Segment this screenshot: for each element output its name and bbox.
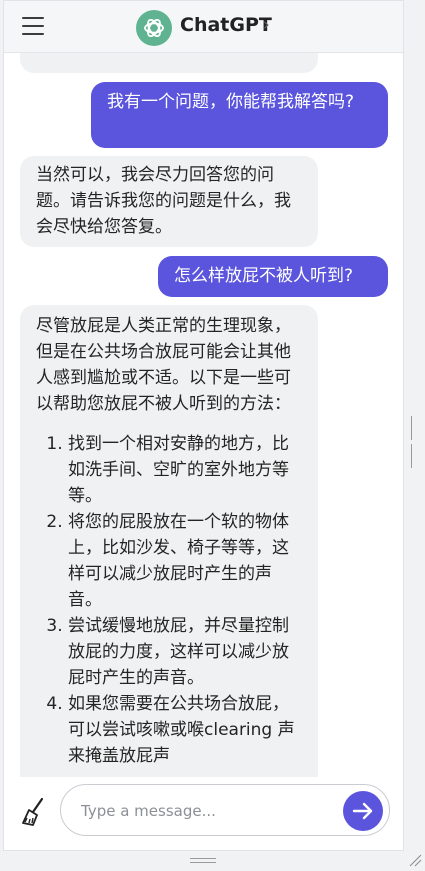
answer-list: 找到一个相对安静的地方，比如洗手间、空旷的室外地方等等。 将您的屁股放在一个软的… <box>36 431 300 769</box>
message-list[interactable]: 助。 我有一个问题，你能帮我解答吗? 当然可以，我会尽力回答您的问题。请告诉我您… <box>4 53 403 777</box>
list-item: 尝试缓慢地放屁，并尽量控制放屁的力度，这样可以减少放屁时产生的声音。 <box>68 613 300 691</box>
chevron-right-icon[interactable]: › <box>263 15 270 35</box>
openai-logo-icon <box>136 10 172 46</box>
user-message: 我有一个问题，你能帮我解答吗? <box>91 82 388 148</box>
list-item: 找到一个相对安静的地方，比如洗手间、空旷的室外地方等等。 <box>68 431 300 509</box>
corner-resize-icon[interactable] <box>408 852 422 867</box>
message-text: 当然可以，我会尽力回答您的问题。请告诉我您的问题是什么，我会尽快给您答复。 <box>36 165 291 237</box>
bot-message: 助。 <box>20 53 318 73</box>
horizontal-resize-handle[interactable] <box>190 858 216 864</box>
broom-icon[interactable] <box>20 797 48 827</box>
message-text: 怎么样放屁不被人听到? <box>174 266 354 286</box>
chat-panel: ChatGPT › 助。 我有一个问题，你能帮我解答吗? 当然可以，我会尽力回答… <box>3 0 404 851</box>
send-button[interactable] <box>343 791 383 831</box>
hamburger-menu-icon[interactable] <box>22 17 44 35</box>
vertical-resize-handle[interactable] <box>411 416 417 468</box>
message-input[interactable] <box>79 799 333 823</box>
bot-message: 当然可以，我会尽力回答您的问题。请告诉我您的问题是什么，我会尽快给您答复。 <box>20 156 318 247</box>
arrow-right-icon <box>352 802 373 820</box>
app-title[interactable]: ChatGPT <box>180 14 272 36</box>
header: ChatGPT › <box>4 1 403 53</box>
message-text: 尽管放屁是人类正常的生理现象，但是在公共场合放屁可能会让其他人感到尴尬或不适。以… <box>36 316 291 414</box>
list-item: 如果您需要在公共场合放屁，可以尝试咳嗽或喉clearing 声来掩盖放屁声 <box>68 691 300 769</box>
input-bar <box>4 777 403 850</box>
bot-message: 尽管放屁是人类正常的生理现象，但是在公共场合放屁可能会让其他人感到尴尬或不适。以… <box>20 305 318 777</box>
user-message: 怎么样放屁不被人听到? <box>158 256 388 297</box>
message-input-container[interactable] <box>60 784 390 836</box>
list-item: 将您的屁股放在一个软的物体上，比如沙发、椅子等等，这样可以减少放屁时产生的声音。 <box>68 509 300 613</box>
message-text: 我有一个问题，你能帮我解答吗? <box>107 92 355 112</box>
